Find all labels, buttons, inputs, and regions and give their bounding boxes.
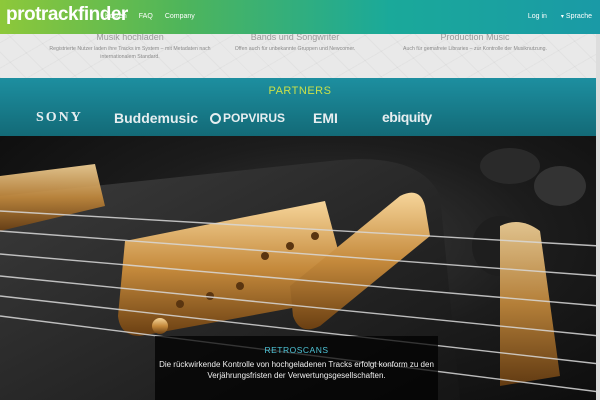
partner-logo-text: POPVIRUS — [223, 111, 286, 125]
nav-kosten[interactable]: Kosten — [105, 13, 127, 20]
partner-logo-ebiquity[interactable]: ebiquity — [382, 109, 432, 125]
nav-faq[interactable]: FAQ — [139, 13, 153, 20]
feature-text: Registrierte Nutzer laden ihre Tracks im… — [49, 46, 211, 60]
screw — [152, 318, 168, 334]
partners-title: PARTNERS — [268, 85, 332, 97]
feature-bands: Bands und Songwriter Offen auch für unbe… — [200, 32, 390, 53]
login-link[interactable]: Log in — [528, 13, 547, 20]
partner-logo-sony[interactable]: SONY — [36, 110, 83, 126]
top-header: protrackfinder Kosten FAQ Company Log in… — [0, 0, 600, 34]
partner-logo-buddemusic[interactable]: Buddemusic — [114, 110, 198, 126]
page-scrollbar[interactable] — [596, 34, 600, 400]
main-nav: Kosten FAQ Company — [105, 13, 195, 20]
features-strip: Musik hochladen Registrierte Nutzer lade… — [0, 32, 600, 78]
language-label: Sprache — [565, 13, 592, 20]
popvirus-mark-icon — [210, 112, 221, 124]
feature-caption: RETROSCANS Die rückwirkende Kontrolle vo… — [155, 336, 438, 400]
caption-text: Die rückwirkende Kontrolle von hochgelad… — [159, 360, 434, 380]
knob-1 — [480, 148, 540, 184]
knob-2 — [534, 166, 586, 206]
caption-title: RETROSCANS — [264, 345, 329, 355]
feature-upload: Musik hochladen Registrierte Nutzer lade… — [35, 32, 225, 61]
partner-logo-emi[interactable]: EMI — [313, 110, 338, 126]
feature-text: Offen auch für unbekannte Gruppen und Ne… — [234, 46, 356, 52]
feature-text: Auch für gemafreie Libraries – zur Kontr… — [403, 46, 547, 52]
feature-production: Production Music Auch für gemafreie Libr… — [380, 32, 570, 53]
chevron-down-icon: ▾ — [560, 14, 564, 20]
partner-logo-popvirus[interactable]: POPVIRUS — [210, 111, 285, 125]
language-selector[interactable]: ▾ Sprache — [561, 13, 592, 20]
tailpiece — [500, 222, 560, 386]
partners-band: PARTNERS SONY Buddemusic POPVIRUS EMI eb… — [0, 78, 600, 136]
account-nav: Log in ▾ Sprache — [528, 13, 592, 20]
nav-company[interactable]: Company — [165, 13, 195, 20]
